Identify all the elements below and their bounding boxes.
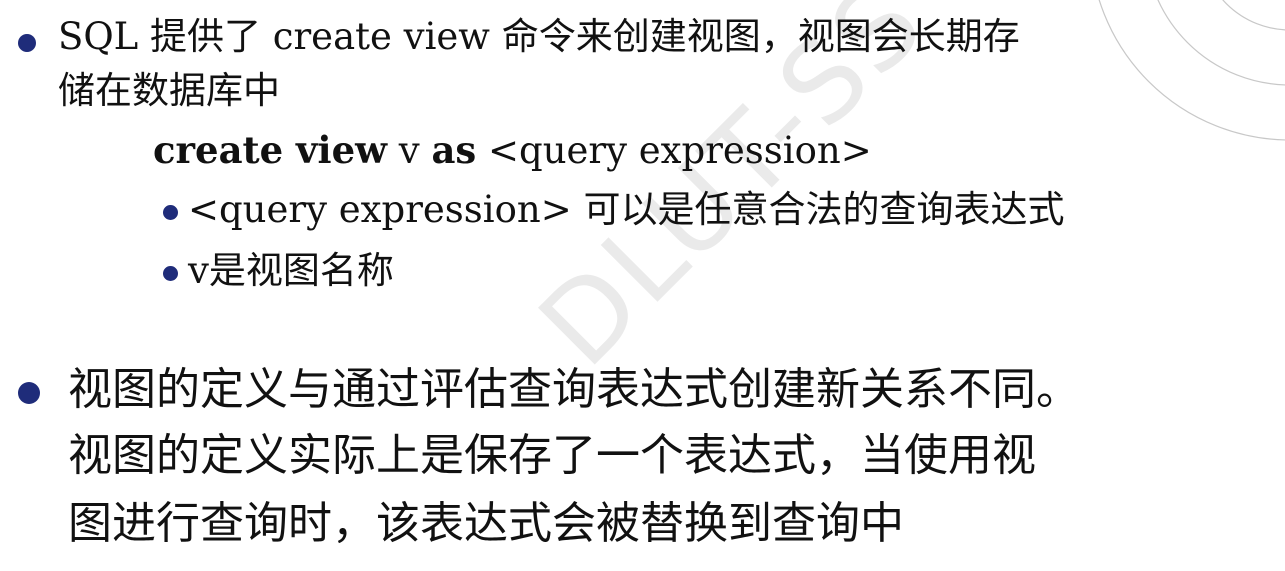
bullet-2-line-3: 图进行查询时，该表达式会被替换到查询中 <box>68 498 904 549</box>
sub-bullet-2-text: v是视图名称 <box>188 249 394 292</box>
arc-middle <box>1157 0 1285 86</box>
code-keyword-create-view: create view <box>153 128 387 172</box>
bullet-1-line-2: 储在数据库中 <box>58 69 280 112</box>
arc-outer <box>1098 0 1285 141</box>
bullet-2-line-1: 视图的定义与通过评估查询表达式创建新关系不同。 <box>68 364 1080 415</box>
code-query-expression: <query expression> <box>488 129 872 172</box>
arc-inner <box>1222 0 1285 31</box>
sub-bullet-1-dot <box>163 205 178 220</box>
bullet-1-line-1: SQL 提供了 create view 命令来创建视图，视图会长期存 <box>58 15 1020 58</box>
code-line: create view v as <query expression> <box>153 129 872 172</box>
slide: DLUT-SS SQL 提供了 create view 命令来创建视图，视图会长… <box>0 0 1285 571</box>
code-view-name: v <box>398 129 420 172</box>
sub-bullet-1-text: <query expression> 可以是任意合法的查询表达式 <box>188 188 1065 231</box>
sub-bullet-2-dot <box>163 266 178 281</box>
code-keyword-as: as <box>431 128 477 172</box>
bullet-1-dot <box>18 34 36 52</box>
bullet-2-line-2: 视图的定义实际上是保存了一个表达式，当使用视 <box>68 430 1036 481</box>
bullet-2-dot <box>18 382 40 404</box>
